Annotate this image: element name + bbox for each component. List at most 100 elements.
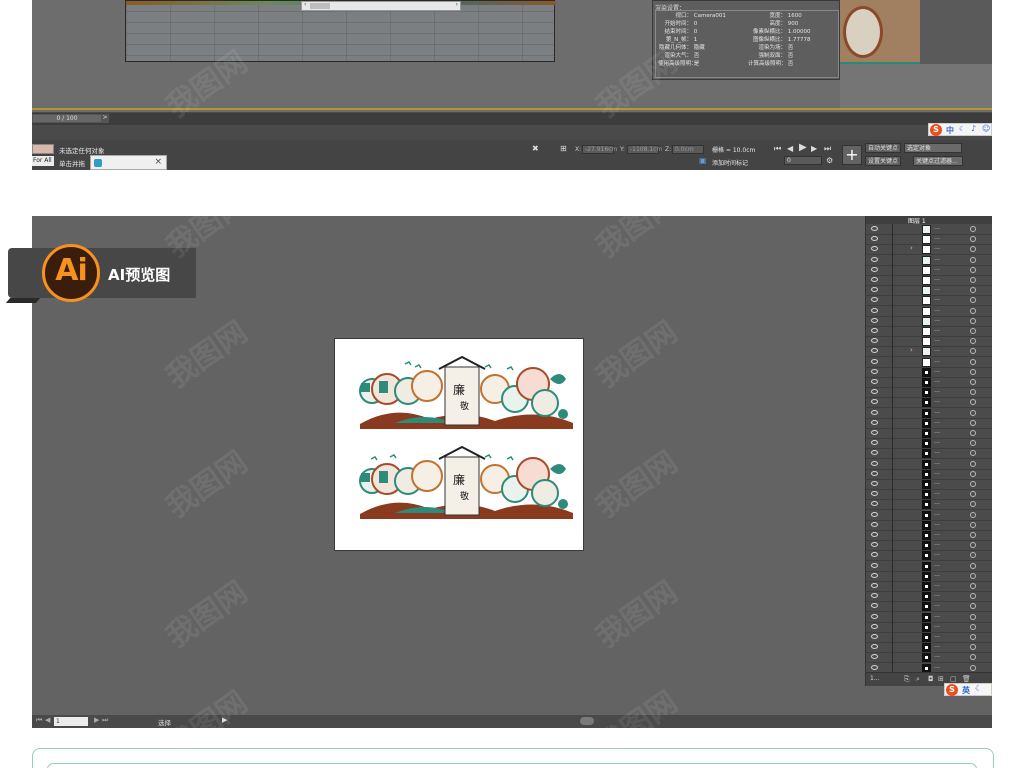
target-circle-icon[interactable]: [970, 266, 976, 273]
target-circle-icon[interactable]: [970, 368, 976, 375]
target-circle-icon[interactable]: [970, 481, 976, 487]
visibility-eye-icon[interactable]: [871, 562, 878, 568]
visibility-eye-icon[interactable]: [871, 460, 878, 466]
object-color-swatch[interactable]: [32, 144, 54, 154]
previous-frame-icon[interactable]: ◀: [787, 144, 793, 154]
ime-toolbar[interactable]: S 英 ☾: [944, 683, 992, 696]
target-circle-icon[interactable]: [970, 654, 976, 661]
visibility-eye-icon[interactable]: [871, 532, 878, 537]
target-circle-icon[interactable]: [970, 236, 976, 243]
visibility-eye-icon[interactable]: [871, 542, 878, 548]
visibility-eye-icon[interactable]: [871, 389, 878, 395]
target-circle-icon[interactable]: [970, 328, 976, 334]
next-artboard-icon[interactable]: ▶: [94, 716, 99, 724]
visibility-eye-icon[interactable]: [871, 266, 878, 272]
visibility-eye-icon[interactable]: [871, 634, 878, 639]
close-icon[interactable]: ×: [154, 157, 162, 167]
target-circle-icon[interactable]: [970, 511, 976, 518]
target-circle-icon[interactable]: [970, 450, 976, 457]
target-circle-icon[interactable]: [970, 572, 976, 579]
target-circle-icon[interactable]: [970, 226, 976, 232]
visibility-eye-icon[interactable]: [871, 368, 878, 374]
target-circle-icon[interactable]: [970, 379, 976, 385]
go-to-start-icon[interactable]: ⏮: [774, 144, 781, 154]
camera-viewport[interactable]: [840, 0, 992, 108]
visibility-eye-icon[interactable]: [871, 338, 878, 344]
search-icon[interactable]: ⌕: [916, 675, 920, 684]
target-circle-icon[interactable]: [970, 532, 976, 538]
z-coordinate-field[interactable]: 0.0cm: [672, 145, 704, 154]
ime-user-icon[interactable]: ☺: [982, 124, 990, 133]
target-circle-icon[interactable]: [970, 562, 976, 569]
status-menu-icon[interactable]: ▶: [222, 716, 227, 724]
horizontal-scroll-thumb[interactable]: [580, 717, 594, 725]
ime-moon-icon[interactable]: ☾: [959, 125, 965, 133]
target-circle-icon[interactable]: [970, 358, 976, 365]
visibility-eye-icon[interactable]: [871, 430, 878, 435]
last-artboard-icon[interactable]: ⏭: [102, 716, 108, 725]
target-circle-icon[interactable]: [970, 338, 976, 345]
target-circle-icon[interactable]: [970, 491, 976, 498]
visibility-eye-icon[interactable]: [871, 613, 878, 619]
target-circle-icon[interactable]: [970, 440, 976, 447]
play-icon[interactable]: ▶: [799, 143, 807, 153]
visibility-eye-icon[interactable]: [871, 440, 878, 446]
visibility-eye-icon[interactable]: [871, 470, 878, 476]
target-circle-icon[interactable]: [970, 399, 976, 406]
expand-arrow-icon[interactable]: ›: [910, 244, 913, 252]
render-scroll-thumb[interactable]: [310, 3, 330, 9]
target-circle-icon[interactable]: [970, 277, 976, 283]
scroll-left-icon[interactable]: ‹: [304, 1, 306, 8]
current-frame-field[interactable]: 0: [784, 156, 822, 165]
visibility-eye-icon[interactable]: [871, 297, 878, 303]
target-circle-icon[interactable]: [970, 613, 976, 620]
target-circle-icon[interactable]: [970, 634, 976, 640]
visibility-eye-icon[interactable]: [871, 419, 878, 425]
visibility-eye-icon[interactable]: [871, 358, 878, 364]
visibility-eye-icon[interactable]: [871, 572, 878, 578]
visibility-eye-icon[interactable]: [871, 593, 878, 599]
visibility-eye-icon[interactable]: [871, 491, 878, 497]
target-circle-icon[interactable]: [970, 470, 976, 477]
maxscript-listener[interactable]: For All: [32, 156, 54, 166]
target-circle-icon[interactable]: [970, 552, 976, 559]
visibility-eye-icon[interactable]: [871, 501, 878, 507]
x-coordinate-field[interactable]: -27.916cm: [582, 145, 617, 154]
artboard[interactable]: 廉 敬 廉 敬: [334, 338, 584, 551]
visibility-eye-icon[interactable]: [871, 409, 878, 415]
visibility-eye-icon[interactable]: [871, 328, 878, 333]
visibility-eye-icon[interactable]: [871, 307, 878, 313]
visibility-eye-icon[interactable]: [871, 583, 878, 588]
time-tag-icon[interactable]: ▣: [699, 156, 707, 166]
target-circle-icon[interactable]: [970, 603, 976, 610]
target-circle-icon[interactable]: [970, 409, 976, 416]
go-to-end-icon[interactable]: ⏭: [824, 144, 831, 154]
lock-selection-icon[interactable]: ✖: [532, 144, 539, 154]
ime-toolbar[interactable]: S 中 ☾ ♪ ☺: [928, 123, 992, 136]
auto-key-button[interactable]: 自动关键点: [865, 143, 902, 153]
target-circle-icon[interactable]: [970, 348, 976, 355]
visibility-eye-icon[interactable]: [871, 379, 878, 384]
target-circle-icon[interactable]: [970, 317, 976, 324]
previous-artboard-icon[interactable]: ◀: [45, 716, 50, 724]
target-circle-icon[interactable]: [970, 583, 976, 589]
visibility-eye-icon[interactable]: [871, 521, 878, 527]
target-circle-icon[interactable]: [970, 419, 976, 426]
new-layer-icon[interactable]: ▢: [950, 675, 957, 683]
time-slider[interactable]: 0 / 100: [32, 114, 102, 123]
key-filters-button[interactable]: 关键点过滤器...: [913, 156, 963, 166]
visibility-eye-icon[interactable]: [871, 399, 878, 405]
add-time-tag[interactable]: 添加时间标记: [712, 158, 748, 167]
target-circle-icon[interactable]: [970, 460, 976, 467]
new-sublayer-icon[interactable]: ⊞: [938, 675, 944, 683]
visibility-eye-icon[interactable]: [871, 236, 878, 242]
visibility-eye-icon[interactable]: [871, 226, 878, 231]
target-circle-icon[interactable]: [970, 287, 976, 294]
visibility-eye-icon[interactable]: [871, 644, 878, 650]
target-circle-icon[interactable]: [970, 644, 976, 651]
visibility-eye-icon[interactable]: [871, 654, 878, 660]
visibility-eye-icon[interactable]: [871, 450, 878, 456]
clip-icon[interactable]: ◘: [928, 675, 934, 683]
ime-mode[interactable]: 中: [946, 125, 954, 136]
set-key-button[interactable]: 设置关键点: [865, 156, 902, 166]
